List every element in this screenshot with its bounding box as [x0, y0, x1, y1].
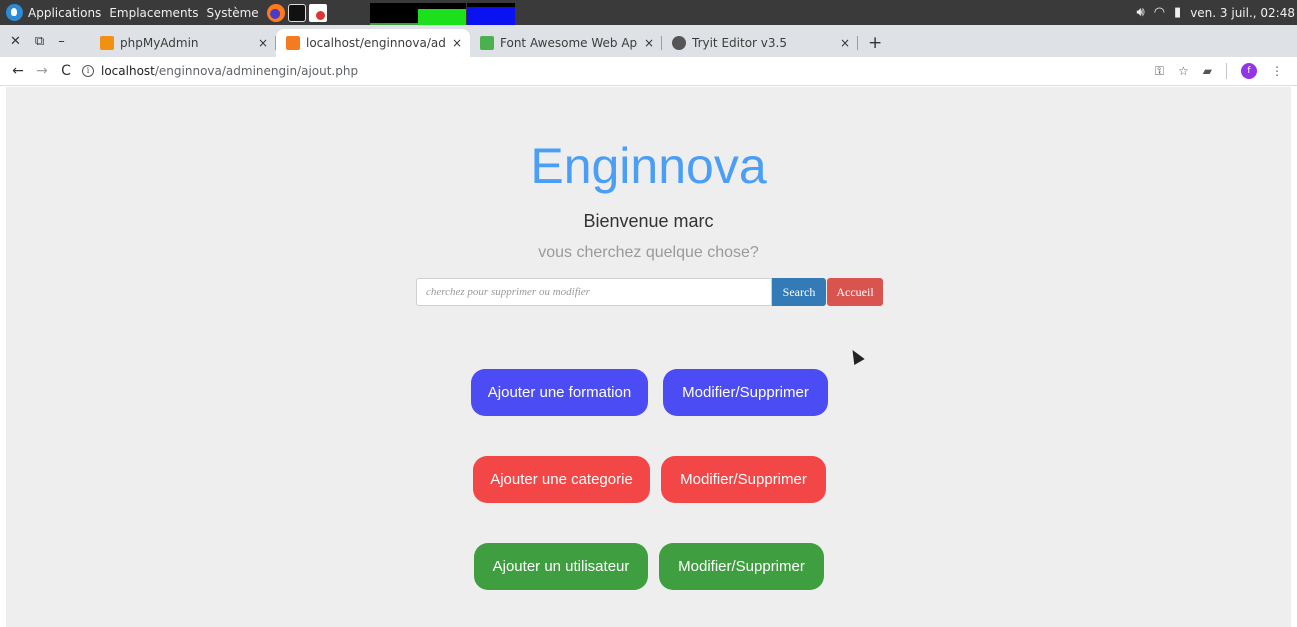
bookmark-star-icon[interactable]: ☆	[1178, 64, 1189, 78]
mouse-cursor-icon	[847, 346, 865, 366]
tab-close-icon[interactable]: ×	[840, 36, 850, 50]
edit-categorie-button[interactable]: Modifier/Supprimer	[661, 456, 826, 503]
new-tab-button[interactable]: +	[858, 29, 882, 57]
window-minimize-icon[interactable]: –	[58, 34, 65, 49]
home-button[interactable]: Accueil	[827, 278, 883, 306]
search-prompt: vous cherchez quelque chose?	[538, 244, 759, 261]
tab-close-icon[interactable]: ×	[258, 36, 268, 50]
search-input[interactable]	[416, 278, 772, 306]
font-awesome-favicon-icon	[480, 36, 494, 50]
add-formation-button[interactable]: Ajouter une formation	[471, 369, 648, 416]
add-categorie-button[interactable]: Ajouter une categorie	[473, 456, 650, 503]
terminal-launcher-icon[interactable]	[287, 3, 306, 22]
window-close-icon[interactable]: ✕	[10, 34, 21, 49]
toolbar-actions: ⚿ ☆ ▰ f ⋮	[1141, 63, 1297, 79]
firefox-launcher-icon[interactable]	[266, 3, 285, 22]
cpu-monitor	[369, 2, 418, 25]
tab-phpmyadmin[interactable]: phpMyAdmin ×	[90, 29, 276, 57]
profile-avatar[interactable]: f	[1241, 63, 1257, 79]
window-restore-icon[interactable]: ⧉	[35, 34, 44, 49]
distro-menu-icon[interactable]	[6, 4, 23, 21]
address-bar[interactable]: i localhost /enginnova/adminengin/ajout.…	[82, 64, 1141, 78]
volume-icon[interactable]: 🔊︎	[1136, 5, 1144, 20]
tab-close-icon[interactable]: ×	[644, 36, 654, 50]
phpmyadmin-favicon-icon	[100, 36, 114, 50]
tab-title: localhost/enginnova/admin	[306, 36, 446, 50]
browser-tabstrip: ✕ ⧉ – phpMyAdmin × localhost/enginnova/a…	[0, 25, 1297, 57]
more-menu-icon[interactable]: ⋮	[1271, 64, 1283, 78]
system-panel: Applications Emplacements Système 🔊︎ ◠ ▮…	[0, 0, 1297, 25]
page-content: Enginnova Bienvenue marc vous cherchez q…	[6, 87, 1291, 627]
forward-arrow-icon[interactable]: →	[30, 63, 54, 79]
tryit-favicon-icon	[672, 36, 686, 50]
tab-title: Tryit Editor v3.5	[692, 36, 787, 50]
search-form: Search Accueil	[416, 278, 883, 306]
system-tray: 🔊︎ ◠ ▮ ven. 3 juil., 02:48	[1136, 5, 1297, 20]
edit-utilisateur-button[interactable]: Modifier/Supprimer	[659, 543, 824, 590]
clock[interactable]: ven. 3 juil., 02:48	[1190, 6, 1295, 20]
brand-title: Enginnova	[530, 138, 767, 194]
browser-toolbar: ← → C i localhost /enginnova/adminengin/…	[0, 57, 1297, 86]
add-utilisateur-button[interactable]: Ajouter un utilisateur	[474, 543, 648, 590]
menu-applications[interactable]: Applications	[28, 6, 101, 20]
extension-icon[interactable]: ▰	[1203, 64, 1212, 78]
network-monitor	[466, 2, 515, 25]
key-icon[interactable]: ⚿	[1155, 64, 1164, 79]
battery-icon[interactable]: ▮	[1174, 5, 1181, 20]
back-arrow-icon[interactable]: ←	[6, 63, 30, 79]
menu-places[interactable]: Emplacements	[109, 6, 198, 20]
url-path: /enginnova/adminengin/ajout.php	[154, 64, 359, 78]
wifi-icon[interactable]: ◠	[1154, 5, 1165, 20]
tab-tryit-editor[interactable]: Tryit Editor v3.5 ×	[662, 29, 858, 57]
window-controls: ✕ ⧉ –	[0, 25, 90, 57]
menu-system[interactable]: Système	[207, 6, 259, 20]
tab-enginnova[interactable]: localhost/enginnova/admin ×	[276, 29, 470, 57]
tab-title: Font Awesome Web Applic	[500, 36, 638, 50]
tab-title: phpMyAdmin	[120, 36, 199, 50]
toolbar-divider	[1226, 63, 1227, 79]
pdf-viewer-launcher-icon[interactable]	[308, 3, 327, 22]
memory-monitor	[417, 2, 466, 25]
search-button[interactable]: Search	[772, 278, 826, 306]
xampp-favicon-icon	[286, 36, 300, 50]
welcome-message: Bienvenue marc	[583, 211, 714, 231]
edit-formation-button[interactable]: Modifier/Supprimer	[663, 369, 828, 416]
info-icon[interactable]: i	[82, 65, 94, 77]
url-host: localhost	[101, 64, 155, 78]
tab-close-icon[interactable]: ×	[452, 36, 462, 50]
reload-icon[interactable]: C	[54, 63, 78, 79]
tab-font-awesome[interactable]: Font Awesome Web Applic ×	[470, 29, 662, 57]
